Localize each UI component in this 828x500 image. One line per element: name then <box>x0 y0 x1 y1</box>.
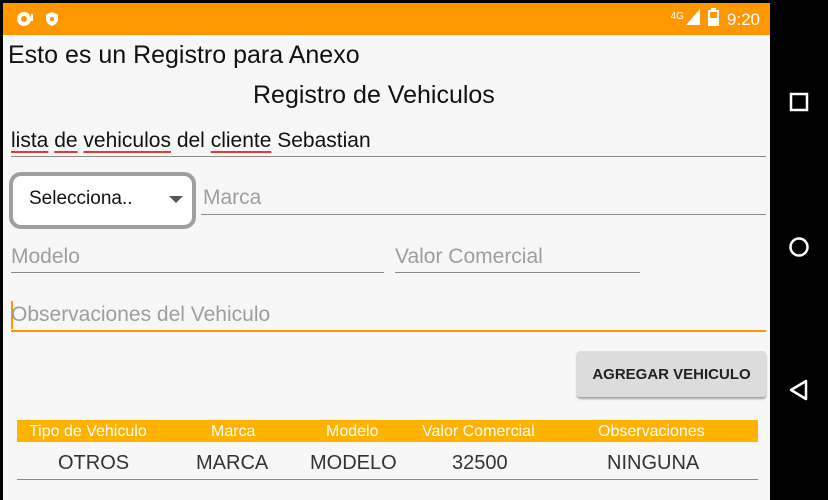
signal-icon <box>685 9 700 30</box>
marca-input-underline <box>201 214 766 215</box>
notification-icon <box>15 10 35 33</box>
table-header: Tipo de Vehiculo Marca Modelo Valor Come… <box>17 420 758 442</box>
clock: 9:20 <box>726 9 760 29</box>
vehicle-type-dropdown[interactable]: Selecciona.. <box>9 172 196 229</box>
overview-button[interactable] <box>770 72 828 132</box>
client-name: Sebastian <box>277 129 371 152</box>
vehicle-type-selected: Selecciona.. <box>29 188 133 209</box>
table-cell: OTROS <box>58 452 130 474</box>
status-bar: 4G 9:20 <box>3 3 770 35</box>
valor-comercial-input[interactable]: Valor Comercial <box>395 245 543 269</box>
home-button[interactable] <box>770 217 828 277</box>
column-header: Marca <box>211 423 256 440</box>
screen-title: Registro de Vehiculos <box>253 81 495 109</box>
add-vehicle-button[interactable]: AGREGAR VEHICULO <box>577 351 766 397</box>
app-title: Esto es un Registro para Anexo <box>8 41 360 69</box>
label-word: del <box>176 129 205 152</box>
column-header: Valor Comercial <box>422 423 535 440</box>
label-word: de <box>54 129 78 152</box>
client-vehicle-list-label: lista de vehiculos del cliente Sebastian <box>11 129 371 153</box>
column-header: Modelo <box>326 423 379 440</box>
label-word: vehiculos <box>83 129 171 152</box>
square-icon <box>789 92 809 112</box>
table-cell: MODELO <box>310 452 397 474</box>
observaciones-input-underline <box>11 330 766 332</box>
circle-icon <box>789 237 809 257</box>
dropdown-arrow-icon <box>169 196 183 203</box>
label-word: cliente <box>210 129 272 152</box>
navigation-bar <box>770 0 828 500</box>
network-label: 4G <box>670 11 684 22</box>
table-row-divider <box>17 479 758 480</box>
table-cell: MARCA <box>196 452 269 474</box>
back-button[interactable] <box>770 360 828 420</box>
column-header: Tipo de Vehiculo <box>29 423 147 440</box>
battery-icon <box>707 8 719 31</box>
label-word: lista <box>11 129 49 152</box>
app-screen: 4G 9:20 Esto es un Registro para Anexo R… <box>3 3 770 500</box>
table-cell: NINGUNA <box>607 452 700 474</box>
modelo-input-underline <box>11 272 384 273</box>
observaciones-input[interactable]: Observaciones del Vehiculo <box>11 303 270 327</box>
back-triangle-icon <box>789 379 808 401</box>
shield-icon <box>45 11 59 32</box>
modelo-input[interactable]: Modelo <box>11 245 80 269</box>
client-line-divider <box>11 156 766 157</box>
column-header: Observaciones <box>598 423 705 440</box>
valor-comercial-input-underline <box>395 272 640 273</box>
marca-input[interactable]: Marca <box>203 186 261 210</box>
table-cell: 32500 <box>452 452 508 474</box>
